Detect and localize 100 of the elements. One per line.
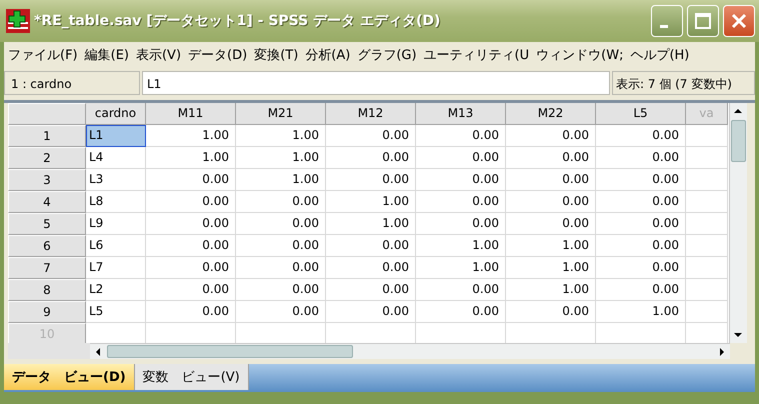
table-cell[interactable]: 0.00 [236,279,326,301]
column-header[interactable]: M21 [236,103,326,125]
table-cell[interactable]: 0.00 [236,191,326,213]
table-cell[interactable]: 0.00 [146,169,236,191]
row-header[interactable]: 8 [8,279,86,301]
table-cell[interactable]: L8 [86,191,146,213]
menu-item[interactable]: 変換(T) [254,46,298,64]
table-cell[interactable]: 0.00 [596,147,686,169]
table-cell[interactable]: 0.00 [416,169,506,191]
empty-cell[interactable] [686,191,728,213]
table-cell[interactable]: 0.00 [326,279,416,301]
menu-item[interactable]: 編集(E) [84,46,129,64]
table-cell[interactable]: 0.00 [146,191,236,213]
row-header[interactable]: 6 [8,235,86,257]
table-cell[interactable]: 1.00 [416,235,506,257]
empty-cell[interactable] [686,147,728,169]
cell-value-field[interactable]: L1 [142,71,610,95]
table-cell[interactable]: 0.00 [146,213,236,235]
table-cell[interactable]: 0.00 [416,125,506,147]
column-header[interactable]: L5 [596,103,686,125]
table-cell[interactable]: 0.00 [416,213,506,235]
close-button[interactable] [723,5,755,37]
table-cell[interactable]: 0.00 [236,213,326,235]
menu-item[interactable]: ファイル(F) [8,46,78,64]
table-cell[interactable]: 1.00 [506,279,596,301]
menu-item[interactable]: データ(D) [188,46,248,64]
table-cell[interactable]: 1.00 [236,169,326,191]
table-cell[interactable]: 1.00 [506,257,596,279]
table-cell[interactable]: 0.00 [236,235,326,257]
table-cell[interactable]: 0.00 [596,191,686,213]
table-cell[interactable]: 0.00 [326,169,416,191]
column-header[interactable]: M22 [506,103,596,125]
empty-cell[interactable] [686,279,728,301]
table-cell[interactable]: 1.00 [146,147,236,169]
table-cell[interactable]: 0.00 [506,191,596,213]
column-header[interactable]: M13 [416,103,506,125]
table-cell[interactable]: 0.00 [506,125,596,147]
row-header[interactable]: 2 [8,147,86,169]
column-header[interactable]: M11 [146,103,236,125]
row-header[interactable]: 7 [8,257,86,279]
table-cell[interactable]: 0.00 [146,257,236,279]
table-cell[interactable]: 0.00 [506,301,596,323]
scroll-thumb[interactable] [107,345,353,358]
scroll-thumb[interactable] [731,120,746,162]
empty-cell[interactable] [686,257,728,279]
table-cell[interactable]: 0.00 [146,301,236,323]
view-tab[interactable]: 変数 ビュー(V) [134,364,249,390]
table-cell[interactable]: L3 [86,169,146,191]
menu-item[interactable]: ウィンドウ(W; [536,46,624,64]
empty-cell[interactable] [686,169,728,191]
menu-item[interactable]: 表示(V) [136,46,182,64]
table-cell[interactable]: L9 [86,213,146,235]
menu-item[interactable]: グラフ(G) [357,46,417,64]
column-header[interactable]: M12 [326,103,416,125]
table-cell[interactable]: 1.00 [416,257,506,279]
table-cell[interactable]: 1.00 [236,125,326,147]
row-header[interactable]: 4 [8,191,86,213]
table-cell[interactable]: 0.00 [326,147,416,169]
table-cell[interactable]: 0.00 [236,257,326,279]
table-cell[interactable]: 0.00 [146,235,236,257]
table-cell[interactable]: L2 [86,279,146,301]
table-cell[interactable]: 0.00 [146,279,236,301]
table-cell[interactable]: 0.00 [506,169,596,191]
maximize-button[interactable] [687,5,719,37]
table-cell[interactable]: 0.00 [596,169,686,191]
empty-cell[interactable] [686,125,728,147]
table-cell[interactable]: L5 [86,301,146,323]
table-cell[interactable]: 1.00 [596,301,686,323]
row-header[interactable]: 5 [8,213,86,235]
table-cell[interactable]: 0.00 [326,235,416,257]
table-cell[interactable]: 1.00 [146,125,236,147]
table-cell[interactable]: 0.00 [326,125,416,147]
column-header[interactable]: cardno [86,103,146,125]
table-cell[interactable]: 0.00 [416,191,506,213]
table-cell[interactable]: 0.00 [596,257,686,279]
table-cell[interactable]: 0.00 [416,279,506,301]
row-header[interactable]: 9 [8,301,86,323]
table-cell[interactable]: 0.00 [236,301,326,323]
table-cell[interactable]: 1.00 [236,147,326,169]
table-cell[interactable]: 1.00 [326,191,416,213]
menu-item[interactable]: ヘルプ(H) [630,46,690,64]
minimize-button[interactable] [651,5,683,37]
table-cell[interactable]: 0.00 [326,301,416,323]
table-cell[interactable]: 0.00 [596,279,686,301]
table-cell[interactable]: L6 [86,235,146,257]
empty-cell[interactable] [686,301,728,323]
table-cell[interactable]: 0.00 [596,213,686,235]
empty-cell[interactable] [686,213,728,235]
table-cell[interactable]: 0.00 [326,257,416,279]
table-cell[interactable]: 0.00 [506,213,596,235]
row-header[interactable]: 1 [8,125,86,147]
table-cell[interactable]: L7 [86,257,146,279]
table-cell[interactable]: 1.00 [326,213,416,235]
table-cell[interactable]: 0.00 [506,147,596,169]
table-cell[interactable]: 0.00 [416,301,506,323]
table-cell[interactable]: L4 [86,147,146,169]
view-tab[interactable]: データ ビュー(D) [4,364,135,390]
table-cell[interactable]: 0.00 [416,147,506,169]
menu-item[interactable]: 分析(A) [305,46,350,64]
table-cell[interactable]: 1.00 [506,235,596,257]
